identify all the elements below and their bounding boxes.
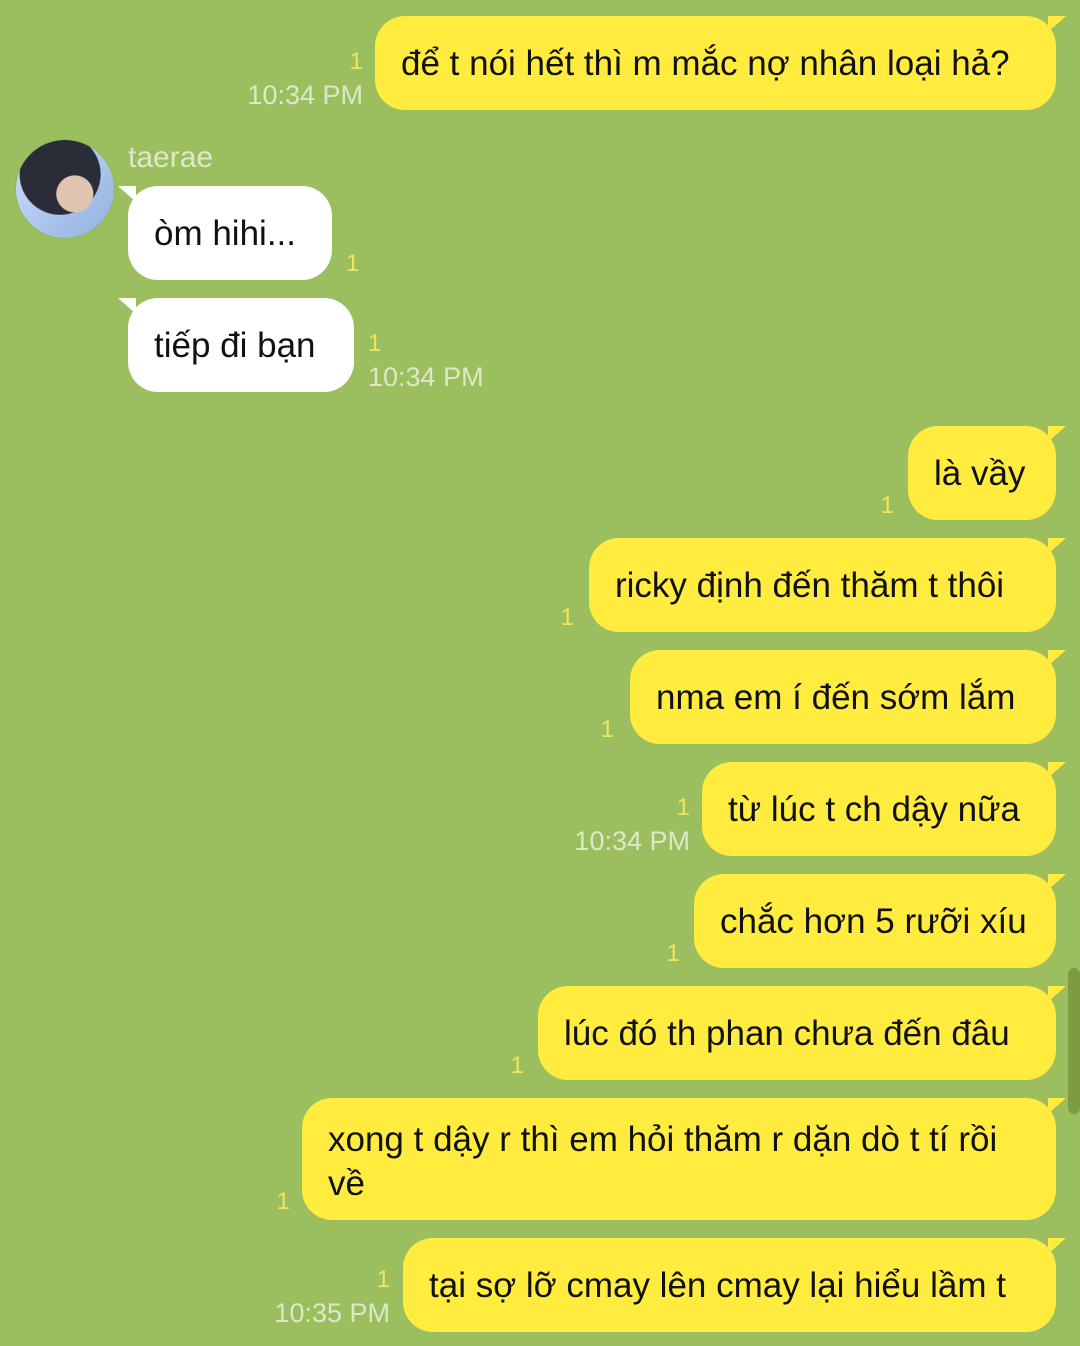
message-meta: 1 [346,252,359,276]
timestamp: 10:35 PM [274,1298,390,1328]
message-row: từ lúc t ch dậy nữa 1 10:34 PM [0,762,1080,856]
read-count: 1 [510,1052,524,1079]
timestamp: 10:34 PM [368,362,484,392]
read-count: 1 [676,794,690,821]
message-text: lúc đó th phan chưa đến đâu [564,1014,1010,1053]
message-bubble[interactable]: chắc hơn 5 rưỡi xíu [694,874,1056,968]
read-count: 1 [600,716,614,743]
read-count: 1 [880,492,894,519]
message-text: từ lúc t ch dậy nữa [728,790,1020,829]
message-meta: 1 10:35 PM [250,1268,390,1329]
message-meta: 1 10:34 PM [550,796,690,857]
message-text: nma em í đến sớm lắm [656,678,1016,717]
message-row: òm hihi... 1 [0,186,1080,280]
message-text: chắc hơn 5 rưỡi xíu [720,902,1027,941]
read-count: 1 [666,940,680,967]
message-bubble[interactable]: để t nói hết thì m mắc nợ nhân loại hả? [375,16,1056,110]
message-text: để t nói hết thì m mắc nợ nhân loại hả? [401,44,1010,83]
message-bubble[interactable]: xong t dậy r thì em hỏi thăm r dặn dò t … [302,1098,1056,1220]
message-meta: 1 10:34 PM [223,50,363,111]
message-bubble[interactable]: tiếp đi bạn [118,298,354,392]
message-bubble[interactable]: tại sợ lỡ cmay lên cmay lại hiểu lầm t [403,1238,1056,1332]
message-text: là vầy [934,454,1026,493]
message-text: ricky định đến thăm t thôi [615,566,1005,605]
message-row: xong t dậy r thì em hỏi thăm r dặn dò t … [0,1098,1080,1220]
message-bubble[interactable]: lúc đó th phan chưa đến đâu [538,986,1056,1080]
read-count: 1 [349,48,363,75]
read-count: 1 [376,1266,390,1293]
message-row: chắc hơn 5 rưỡi xíu 1 [0,874,1080,968]
message-text: tiếp đi bạn [154,326,316,365]
message-row: tại sợ lỡ cmay lên cmay lại hiểu lầm t 1… [0,1238,1080,1332]
read-count: 1 [560,604,574,631]
message-text: òm hihi... [154,214,296,253]
message-meta: 1 [277,1190,290,1214]
message-bubble[interactable]: từ lúc t ch dậy nữa [702,762,1056,856]
message-bubble[interactable]: òm hihi... [118,186,332,280]
message-text: xong t dậy r thì em hỏi thăm r dặn dò t … [328,1120,998,1203]
timestamp: 10:34 PM [247,80,363,110]
read-count: 1 [276,1188,290,1215]
chat-window: để t nói hết thì m mắc nợ nhân loại hả? … [0,0,1080,1346]
message-meta: 1 10:34 PM [368,332,508,393]
message-row: để t nói hết thì m mắc nợ nhân loại hả? … [0,16,1080,110]
message-meta: 1 [667,942,680,966]
message-text: tại sợ lỡ cmay lên cmay lại hiểu lầm t [429,1266,1006,1305]
message-bubble[interactable]: là vầy [908,426,1056,520]
read-count: 1 [368,330,382,357]
message-bubble[interactable]: nma em í đến sớm lắm [630,650,1056,744]
scrollbar[interactable] [1068,968,1080,1114]
timestamp: 10:34 PM [574,826,690,856]
message-row: tiếp đi bạn 1 10:34 PM [0,298,1080,392]
message-row: là vầy 1 [0,426,1080,520]
message-meta: 1 [561,606,574,630]
read-count: 1 [346,250,360,277]
message-row: ricky định đến thăm t thôi 1 [0,538,1080,632]
sender-name: taerae [128,141,214,174]
message-row: lúc đó th phan chưa đến đâu 1 [0,986,1080,1080]
message-meta: 1 [511,1054,524,1078]
message-bubble[interactable]: ricky định đến thăm t thôi [589,538,1056,632]
message-meta: 1 [881,494,894,518]
message-row: nma em í đến sớm lắm 1 [0,650,1080,744]
message-meta: 1 [601,718,614,742]
